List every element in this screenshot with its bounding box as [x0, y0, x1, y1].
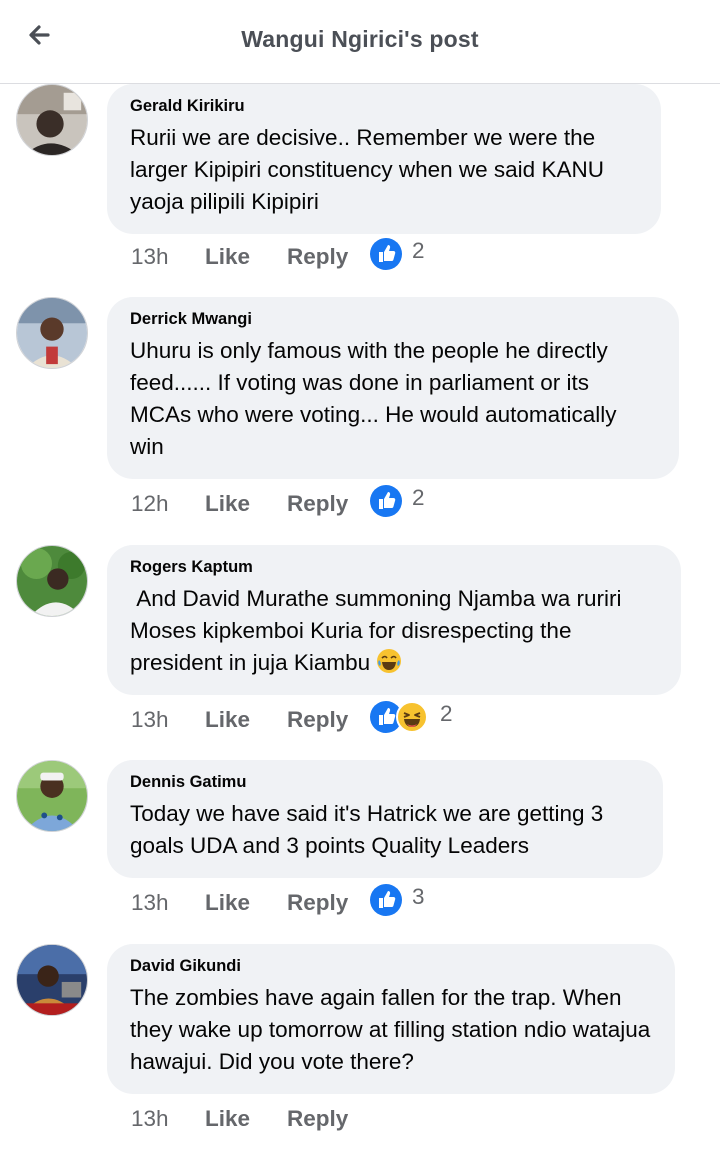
comment-bubble[interactable]: Derrick Mwangi Uhuru is only famous with… — [107, 297, 679, 479]
comment-author[interactable]: David Gikundi — [130, 957, 651, 976]
like-button[interactable]: Like — [205, 244, 250, 270]
comment-author[interactable]: Rogers Kaptum — [130, 558, 657, 577]
comment-text: Rurii we are decisive.. Remember we were… — [130, 125, 611, 214]
reaction-count: 2 — [412, 238, 425, 263]
avatar[interactable] — [16, 297, 88, 369]
comment-time[interactable]: 13h — [131, 244, 169, 270]
like-button[interactable]: Like — [205, 491, 250, 517]
like-button[interactable]: Like — [205, 1106, 250, 1132]
post-header: Wangui Ngirici's post — [0, 0, 720, 84]
like-reaction-icon — [370, 485, 402, 517]
avatar[interactable] — [16, 760, 88, 832]
reaction-count: 3 — [412, 884, 425, 909]
haha-reaction-icon — [396, 701, 428, 733]
reaction-count: 2 — [412, 485, 425, 510]
comment-author[interactable]: Gerald Kirikiru — [130, 97, 637, 116]
page-title: Wangui Ngirici's post — [241, 26, 479, 52]
comment-time[interactable]: 13h — [131, 707, 169, 733]
comment-time[interactable]: 13h — [131, 1106, 169, 1132]
comment-bubble[interactable]: Gerald Kirikiru Rurii we are decisive.. … — [107, 84, 661, 234]
avatar[interactable] — [16, 545, 88, 617]
like-reaction-icon — [370, 884, 402, 916]
laughing-tears-emoji-icon — [377, 649, 402, 673]
comment-text: Uhuru is only famous with the people he … — [130, 338, 623, 459]
reply-button[interactable]: Reply — [287, 890, 348, 916]
comment-time[interactable]: 13h — [131, 890, 169, 916]
comment-bubble[interactable]: David Gikundi The zombies have again fal… — [107, 944, 675, 1094]
like-button[interactable]: Like — [205, 707, 250, 733]
avatar[interactable] — [16, 944, 88, 1016]
comment-bubble[interactable]: Dennis Gatimu Today we have said it's Ha… — [107, 760, 663, 878]
like-button[interactable]: Like — [205, 890, 250, 916]
comment-text: And David Murathe summoning Njamba wa ru… — [130, 583, 657, 679]
reply-button[interactable]: Reply — [287, 707, 348, 733]
like-reaction-icon — [370, 238, 402, 270]
comment-time[interactable]: 12h — [131, 491, 169, 517]
reaction-count: 2 — [440, 701, 453, 726]
comment-author[interactable]: Dennis Gatimu — [130, 773, 639, 792]
reply-button[interactable]: Reply — [287, 244, 348, 270]
comment-text: Today we have said it's Hatrick we are g… — [130, 801, 610, 858]
reply-button[interactable]: Reply — [287, 491, 348, 517]
comment-text: The zombies have again fallen for the tr… — [130, 985, 657, 1074]
comment-author[interactable]: Derrick Mwangi — [130, 310, 655, 329]
reply-button[interactable]: Reply — [287, 1106, 348, 1132]
avatar[interactable] — [16, 84, 88, 156]
comment-bubble[interactable]: Rogers Kaptum And David Murathe summonin… — [107, 545, 681, 695]
